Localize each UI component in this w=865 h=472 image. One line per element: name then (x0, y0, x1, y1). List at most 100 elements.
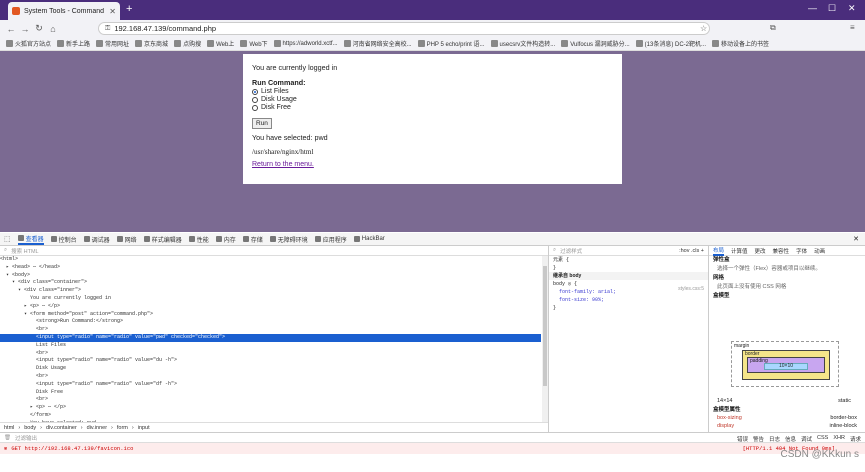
command-radio-option[interactable]: List Files (252, 88, 613, 95)
rules-filter-input[interactable]: 过滤样式 (560, 247, 582, 255)
devtools-tab[interactable]: 性能 (188, 235, 209, 244)
run-button[interactable]: Run (252, 118, 272, 129)
close-window-icon[interactable]: ✕ (848, 3, 856, 14)
breadcrumb-item[interactable]: html (4, 425, 14, 431)
back-icon[interactable]: ← (4, 24, 18, 34)
devtools-tab[interactable]: 应用程序 (314, 235, 347, 244)
breadcrumb-item[interactable]: body (24, 425, 36, 431)
home-icon[interactable]: ⌂ (46, 24, 60, 34)
html-node-line[interactable]: <br> (0, 396, 541, 404)
html-node-line[interactable]: <br> (0, 326, 541, 334)
html-node-line[interactable]: ▾ <div class="inner"> (0, 287, 541, 295)
command-radio-option[interactable]: Disk Usage (252, 96, 613, 103)
layout-tab[interactable]: 动画 (814, 247, 825, 255)
console-filter-button[interactable]: 调试 (801, 435, 812, 443)
bookmark-item[interactable]: Web上 (207, 39, 234, 48)
html-node-line[interactable]: Disk Free (0, 389, 541, 397)
bookmark-item[interactable]: Vulfocus 漏洞威胁分... (561, 39, 630, 48)
html-search-input[interactable]: 搜索 HTML (11, 247, 39, 255)
bookmark-item[interactable]: 新手上路 (57, 39, 90, 48)
html-node-line[interactable]: ▾ <form method="post" action="command.ph… (0, 311, 541, 319)
console-filter-button[interactable]: CSS (817, 435, 828, 443)
devtools-tab[interactable]: 网络 (116, 235, 137, 244)
html-node-line[interactable]: <br> (0, 350, 541, 358)
devtools-tab[interactable]: 调试器 (83, 235, 110, 244)
devtools-tab[interactable]: 内存 (215, 235, 236, 244)
devtools-tab[interactable]: 查看器 (17, 234, 44, 245)
bookmark-item[interactable]: 常用网址 (96, 39, 129, 48)
devtools-tab[interactable]: 控制台 (50, 235, 77, 244)
html-node-line[interactable]: ▸ <p> ⋯ </p> (0, 303, 541, 311)
layout-tab[interactable]: 兼容性 (773, 247, 790, 255)
bookmark-item[interactable]: 火狐官方站点 (6, 39, 51, 48)
bookmark-item[interactable]: 点购搜 (174, 39, 201, 48)
html-node-line[interactable]: <br> (0, 373, 541, 381)
trash-icon[interactable]: 🗑 (4, 435, 11, 441)
bookmark-item[interactable]: (13条消息) DC-2靶机... (635, 39, 706, 48)
breadcrumb-item[interactable]: form (117, 425, 128, 431)
grid-header[interactable]: 网格 (709, 274, 865, 283)
html-node-line[interactable]: ▸ <head> ⋯ </head> (0, 264, 541, 272)
html-node-line[interactable]: </form> (0, 412, 541, 420)
pseudo-class-toggle[interactable]: :hov .cls + (679, 248, 704, 254)
html-node-line[interactable]: <html> (0, 256, 541, 264)
bookmark-item[interactable]: PHP 5 echo/print 语... (417, 39, 485, 48)
console-filter-button[interactable]: 错误 (737, 435, 748, 443)
bookmark-item[interactable]: Web下 (240, 39, 268, 48)
html-node-line[interactable]: <input type="radio" name="radio" value="… (0, 333, 541, 342)
radio-button-icon[interactable] (252, 104, 258, 111)
layout-tab[interactable]: 更改 (755, 247, 766, 255)
box-model-header[interactable]: 盒模型 (709, 292, 865, 301)
return-menu-link[interactable]: Return to the menu. (252, 161, 314, 168)
maximize-icon[interactable]: ☐ (828, 3, 836, 14)
new-tab-icon[interactable]: + (126, 3, 132, 15)
bookmark-item[interactable]: usecsrv文件构造转... (490, 39, 555, 48)
breadcrumb-item[interactable]: div.container (46, 425, 77, 431)
browser-tab[interactable]: System Tools - Command ✕ (8, 2, 120, 20)
html-node-line[interactable]: <strong>Run Command:</strong> (0, 318, 541, 326)
forward-icon[interactable]: → (18, 24, 32, 34)
layout-tab[interactable]: 计算值 (731, 247, 748, 255)
bookmark-item[interactable]: 移动设备上的书签 (712, 39, 769, 48)
reload-icon[interactable]: ↻ (32, 23, 46, 34)
css-rule-line[interactable]: font-size: 90%; (549, 296, 708, 304)
console-filter-button[interactable]: 请求 (850, 435, 861, 443)
console-error-row[interactable]: ⊗ GET http://192.168.47.139/favicon.ico … (0, 443, 865, 454)
html-node-line[interactable]: <input type="radio" name="radio" value="… (0, 381, 541, 389)
html-node-line[interactable]: <input type="radio" name="radio" value="… (0, 357, 541, 365)
breadcrumb-item[interactable]: input (138, 425, 150, 431)
html-node-line[interactable]: You are currently logged in (0, 295, 541, 303)
address-bar[interactable]: ⚿ 192.168.47.139/command.php (98, 22, 710, 35)
devtools-tab[interactable]: 无障碍环境 (269, 235, 308, 244)
devtools-tab[interactable]: 存储 (242, 235, 263, 244)
console-filter-button[interactable]: 信息 (785, 435, 796, 443)
close-tab-icon[interactable]: ✕ (109, 7, 116, 16)
devtools-close-icon[interactable]: ✕ (853, 235, 859, 243)
console-filter-input[interactable]: 过滤输出 (15, 434, 37, 442)
radio-button-icon[interactable] (252, 88, 258, 95)
rules-source[interactable]: styles.css:5 (678, 286, 704, 292)
pick-element-icon[interactable]: ⬚ (4, 235, 11, 243)
layout-tab[interactable]: 字体 (796, 247, 807, 255)
html-node-line[interactable]: ▾ <div class="container"> (0, 279, 541, 287)
html-node-line[interactable]: Disk Usage (0, 365, 541, 373)
minimize-icon[interactable]: — (808, 3, 817, 13)
bookmark-item[interactable]: 河南省网络安全高校... (343, 39, 412, 48)
breadcrumb-item[interactable]: div.inner (87, 425, 107, 431)
bookmark-star-icon[interactable]: ☆ (700, 24, 707, 33)
html-node-line[interactable]: List Files (0, 342, 541, 350)
console-filter-button[interactable]: XHR (833, 435, 845, 443)
devtools-tab[interactable]: 样式编辑器 (143, 235, 182, 244)
console-filter-button[interactable]: 日志 (769, 435, 780, 443)
bookmark-item[interactable]: https://adworld.xctf... (273, 40, 338, 47)
html-node-line[interactable]: ▾ <body> (0, 272, 541, 280)
menu-icon[interactable]: ≡ (850, 23, 855, 32)
radio-button-icon[interactable] (252, 96, 258, 103)
command-radio-option[interactable]: Disk Free (252, 104, 613, 111)
console-filter-button[interactable]: 警告 (753, 435, 764, 443)
box-props-header[interactable]: 盒模型属性 (709, 406, 741, 415)
devtools-tab[interactable]: HackBar (353, 236, 385, 242)
bookmark-item[interactable]: 京东商城 (135, 39, 168, 48)
layout-tab[interactable]: 布局 (713, 246, 725, 256)
extensions-icon[interactable]: ⧉ (770, 23, 776, 33)
